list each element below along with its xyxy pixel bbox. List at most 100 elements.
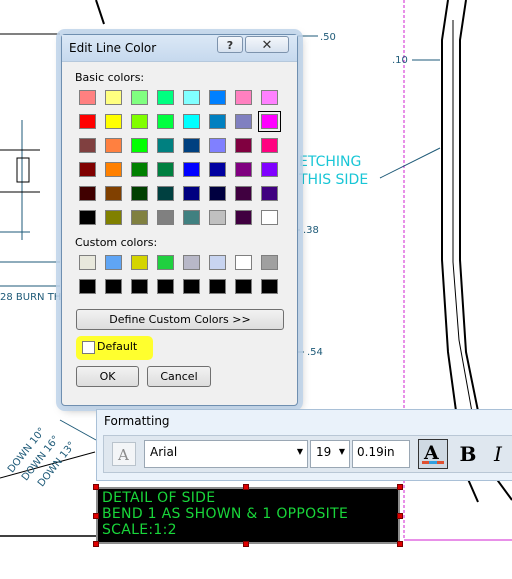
default-checkbox[interactable] — [82, 341, 95, 354]
note-line: SCALE:1:2 — [102, 522, 177, 538]
basic-color-swatch[interactable] — [105, 114, 122, 129]
basic-color-swatch[interactable] — [131, 138, 148, 153]
resize-handle[interactable] — [397, 513, 403, 519]
basic-color-swatch[interactable] — [131, 210, 148, 225]
resize-handle[interactable] — [93, 484, 99, 490]
basic-color-swatch[interactable] — [209, 138, 226, 153]
basic-color-swatch[interactable] — [183, 162, 200, 177]
bold-button[interactable]: B — [454, 439, 482, 469]
basic-color-swatch[interactable] — [105, 90, 122, 105]
basic-color-swatch[interactable] — [235, 90, 252, 105]
basic-color-swatch[interactable] — [183, 138, 200, 153]
font-color-icon: A — [422, 442, 444, 464]
basic-color-swatch[interactable] — [209, 210, 226, 225]
basic-color-swatch[interactable] — [209, 114, 226, 129]
custom-color-swatch[interactable] — [261, 255, 278, 270]
italic-button[interactable]: I — [486, 439, 510, 469]
basic-color-swatch[interactable] — [79, 162, 96, 177]
basic-color-swatch[interactable] — [261, 210, 278, 225]
custom-color-swatch[interactable] — [79, 255, 96, 270]
formatting-toolbar: Formatting A Arial ▼ 19 ▼ 0.19in A B I — [96, 409, 512, 481]
basic-color-swatch[interactable] — [157, 210, 174, 225]
custom-color-swatch[interactable] — [105, 279, 122, 294]
basic-color-swatch[interactable] — [79, 114, 96, 129]
basic-color-swatch[interactable] — [105, 138, 122, 153]
font-name-select[interactable]: Arial ▼ — [144, 440, 308, 468]
basic-color-swatch[interactable] — [131, 114, 148, 129]
basic-color-swatch[interactable] — [105, 210, 122, 225]
font-size-value: 19 — [316, 445, 332, 459]
font-color-button[interactable]: A — [418, 439, 448, 469]
basic-color-swatch[interactable] — [79, 210, 96, 225]
font-size-select[interactable]: 19 ▼ — [310, 440, 350, 468]
basic-color-swatch[interactable] — [157, 186, 174, 201]
drawing-line — [95, 0, 105, 25]
drawing-shape — [452, 20, 473, 413]
basic-color-swatch[interactable] — [261, 186, 278, 201]
resize-handle[interactable] — [397, 541, 403, 547]
custom-color-swatch[interactable] — [157, 279, 174, 294]
basic-color-swatch[interactable] — [131, 162, 148, 177]
custom-color-swatch[interactable] — [131, 279, 148, 294]
chevron-down-icon: ▼ — [296, 447, 303, 456]
custom-color-swatch[interactable] — [131, 255, 148, 270]
basic-color-swatch[interactable] — [183, 114, 200, 129]
basic-color-swatch[interactable] — [261, 162, 278, 177]
text-height-input[interactable]: 0.19in — [352, 440, 410, 468]
font-style-icon[interactable]: A — [112, 442, 136, 466]
basic-color-swatch[interactable] — [235, 138, 252, 153]
custom-color-swatch[interactable] — [261, 279, 278, 294]
formatting-row: A Arial ▼ 19 ▼ 0.19in A B I — [103, 435, 512, 473]
basic-color-swatch[interactable] — [157, 138, 174, 153]
chevron-down-icon: ▼ — [338, 447, 345, 456]
basic-color-swatch[interactable] — [235, 162, 252, 177]
font-name-value: Arial — [150, 445, 178, 459]
ok-button[interactable]: OK — [76, 366, 139, 387]
custom-color-swatch[interactable] — [157, 255, 174, 270]
basic-color-swatch[interactable] — [131, 186, 148, 201]
cancel-button[interactable]: Cancel — [147, 366, 211, 387]
close-button[interactable]: ✕ — [245, 36, 289, 53]
resize-handle[interactable] — [397, 484, 403, 490]
basic-color-swatch[interactable] — [235, 210, 252, 225]
custom-color-swatch[interactable] — [235, 255, 252, 270]
basic-color-swatch[interactable] — [209, 186, 226, 201]
basic-color-swatch[interactable] — [209, 90, 226, 105]
resize-handle[interactable] — [93, 541, 99, 547]
resize-handle[interactable] — [243, 484, 249, 490]
define-custom-colors-button[interactable]: Define Custom Colors >> — [76, 309, 284, 330]
basic-color-swatch[interactable] — [157, 162, 174, 177]
basic-color-swatch[interactable] — [235, 186, 252, 201]
basic-color-swatch[interactable] — [183, 90, 200, 105]
custom-color-swatch[interactable] — [79, 279, 96, 294]
resize-handle[interactable] — [93, 513, 99, 519]
basic-color-swatch[interactable] — [209, 162, 226, 177]
basic-color-swatch[interactable] — [157, 114, 174, 129]
custom-color-swatch[interactable] — [235, 279, 252, 294]
custom-color-swatch[interactable] — [183, 279, 200, 294]
resize-handle[interactable] — [243, 541, 249, 547]
basic-color-swatch[interactable] — [183, 186, 200, 201]
basic-color-swatch[interactable] — [258, 111, 281, 132]
custom-color-swatch[interactable] — [105, 255, 122, 270]
basic-color-swatch[interactable] — [131, 90, 148, 105]
custom-color-swatch[interactable] — [183, 255, 200, 270]
basic-color-swatch[interactable] — [183, 210, 200, 225]
default-option[interactable]: Default — [76, 336, 153, 360]
help-button[interactable]: ? — [217, 36, 243, 53]
custom-color-swatch[interactable] — [209, 279, 226, 294]
basic-color-swatch[interactable] — [105, 186, 122, 201]
basic-color-swatch[interactable] — [79, 90, 96, 105]
basic-color-swatch[interactable] — [261, 90, 278, 105]
basic-color-swatch[interactable] — [79, 138, 96, 153]
dialog-titlebar[interactable]: Edit Line Color ? ✕ — [62, 35, 297, 62]
selected-note[interactable]: DETAIL OF SIDE BEND 1 AS SHOWN & 1 OPPOS… — [96, 487, 400, 544]
dimension-label: .38 — [303, 225, 319, 236]
basic-color-swatch[interactable] — [79, 186, 96, 201]
drawing-shape — [16, 157, 30, 183]
custom-color-swatch[interactable] — [209, 255, 226, 270]
basic-color-swatch[interactable] — [261, 138, 278, 153]
basic-color-swatch[interactable] — [235, 114, 252, 129]
basic-color-swatch[interactable] — [157, 90, 174, 105]
basic-color-swatch[interactable] — [105, 162, 122, 177]
